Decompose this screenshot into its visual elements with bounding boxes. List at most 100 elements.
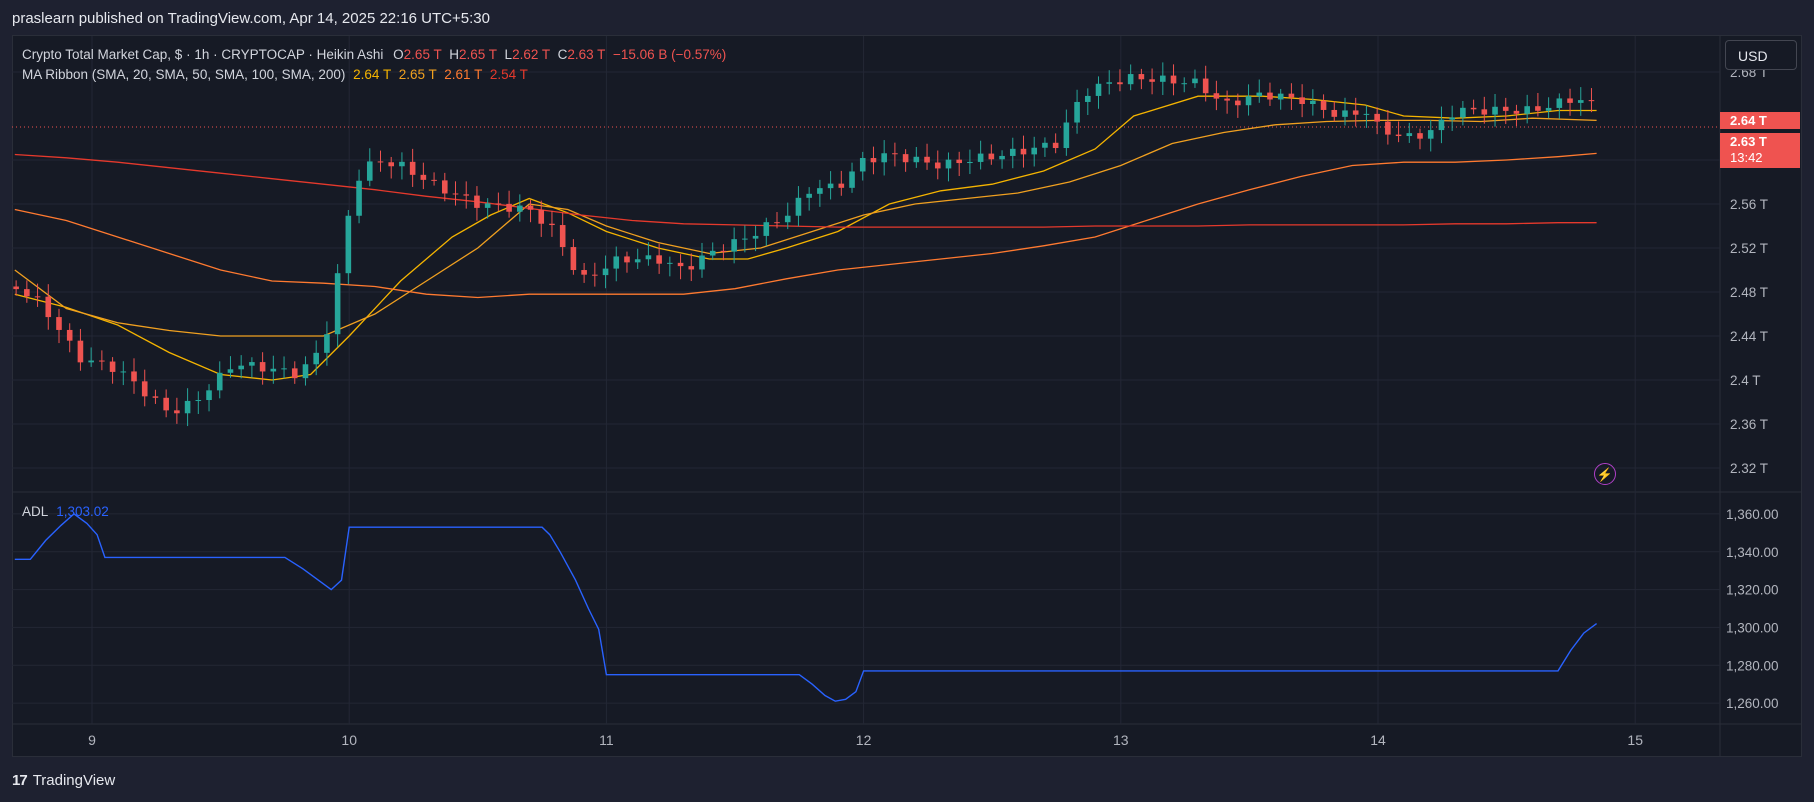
candle-body	[934, 162, 941, 169]
candle-body	[45, 296, 52, 318]
adl-legend[interactable]: ADL 1,303.02	[22, 504, 109, 519]
sma20-line	[14, 95, 1597, 381]
tradingview-brand: TradingView	[32, 772, 116, 789]
candle-body	[1299, 97, 1305, 104]
candle-body	[356, 180, 362, 216]
price-tick-label: 2.32 T	[1730, 461, 1768, 476]
candle-body	[1031, 147, 1038, 155]
candle-body	[66, 329, 73, 341]
candle-body	[259, 362, 266, 372]
candle-body	[431, 179, 437, 181]
candle-body	[249, 362, 255, 366]
tradingview-footer[interactable]: 17 TradingView	[12, 772, 115, 789]
candle-body	[56, 317, 62, 330]
price-tag-last: 2.63 T	[1720, 133, 1800, 150]
candle-body	[1363, 113, 1370, 115]
candle-body	[892, 153, 898, 155]
candle-body	[227, 369, 234, 373]
candle-body	[1320, 100, 1327, 110]
candle-body	[195, 400, 202, 402]
candle-body	[1352, 110, 1359, 115]
price-tick-label: 2.4 T	[1730, 373, 1761, 388]
candle-body	[924, 156, 930, 163]
candle-body	[1460, 107, 1466, 118]
adl-tick-label: 1,340.00	[1726, 545, 1779, 560]
candle-body	[174, 410, 180, 414]
ma-ribbon-label: MA Ribbon (SMA, 20, SMA, 50, SMA, 100, S…	[22, 67, 346, 82]
candle-body	[1395, 134, 1402, 137]
candle-body	[742, 238, 748, 240]
currency-button[interactable]: USD	[1725, 40, 1797, 70]
candle-body	[656, 255, 662, 264]
symbol-legend-row[interactable]: Crypto Total Market Cap, $ · 1h · CRYPTO…	[22, 45, 726, 65]
candle-body	[1438, 119, 1445, 131]
time-tick-label: 11	[599, 732, 614, 748]
candle-body	[409, 161, 416, 175]
candle-body	[1192, 78, 1198, 84]
candle-body	[1052, 142, 1059, 149]
time-tick-label: 10	[341, 732, 357, 748]
candle-body	[517, 205, 523, 212]
open-label: O	[393, 47, 404, 62]
candle-body	[699, 255, 705, 270]
candle-body	[977, 153, 984, 162]
candle-body	[1524, 106, 1530, 114]
candle-body	[624, 256, 630, 263]
adl-tick-label: 1,360.00	[1726, 507, 1779, 522]
tradingview-logo-icon: 17	[12, 772, 28, 789]
open-value: 2.65 T	[403, 47, 442, 62]
candle-body	[1202, 78, 1209, 94]
candle-body	[1235, 100, 1241, 106]
candle-body	[1138, 74, 1145, 80]
candle-body	[817, 188, 823, 194]
candle-body	[1481, 109, 1488, 115]
candle-body	[420, 174, 427, 180]
candle-body	[999, 155, 1005, 160]
time-tick-label: 15	[1627, 732, 1643, 748]
adl-label: ADL	[22, 504, 49, 519]
candle-body	[709, 250, 716, 256]
candle-body	[806, 193, 812, 198]
candle-body	[1331, 109, 1338, 117]
time-tick-label: 14	[1370, 732, 1386, 748]
price-tick-label: 2.44 T	[1730, 329, 1768, 344]
adl-tick-label: 1,300.00	[1726, 620, 1779, 635]
candle-body	[1267, 92, 1273, 100]
candle-body	[1310, 100, 1316, 104]
candle-body	[399, 161, 405, 167]
candle-body	[281, 368, 287, 370]
chart-canvas[interactable]: 2.32 T 2.36 T 2.4 T 2.44 T 2.48 T 2.52 T 2.56 …	[0, 0, 1814, 802]
candle-body	[849, 171, 855, 188]
candle-body	[602, 268, 609, 276]
candle-body	[795, 197, 802, 216]
candle-body	[902, 154, 909, 163]
candle-body	[120, 371, 127, 373]
candle-body	[1492, 106, 1498, 115]
adl-tick-label: 1,280.00	[1726, 658, 1779, 673]
candle-body	[1342, 110, 1348, 117]
candle-body	[1020, 148, 1027, 155]
candle-body	[1042, 142, 1048, 148]
ma-ribbon-legend-row[interactable]: MA Ribbon (SMA, 20, SMA, 50, SMA, 100, S…	[22, 65, 726, 85]
lightning-icon[interactable]: ⚡	[1594, 463, 1616, 485]
candle-body	[570, 247, 577, 271]
candle-body	[377, 161, 384, 163]
candle-body	[334, 273, 341, 335]
candle-body	[324, 334, 330, 353]
candle-body	[1535, 106, 1541, 111]
candle-body	[88, 360, 94, 363]
candle-body	[827, 183, 834, 189]
candle-body	[1181, 83, 1188, 85]
candle-body	[859, 158, 866, 172]
candle-body	[1374, 113, 1380, 122]
price-tick-label: 2.48 T	[1730, 285, 1768, 300]
low-label: L	[504, 47, 513, 62]
candle-body	[634, 259, 641, 263]
low-value: 2.62 T	[512, 47, 550, 62]
candle-body	[720, 250, 727, 252]
candle-body	[527, 205, 534, 210]
candle-body	[763, 222, 770, 236]
candle-body	[1224, 98, 1230, 101]
candle-body	[1545, 107, 1552, 111]
adl-tick-label: 1,260.00	[1726, 696, 1779, 711]
